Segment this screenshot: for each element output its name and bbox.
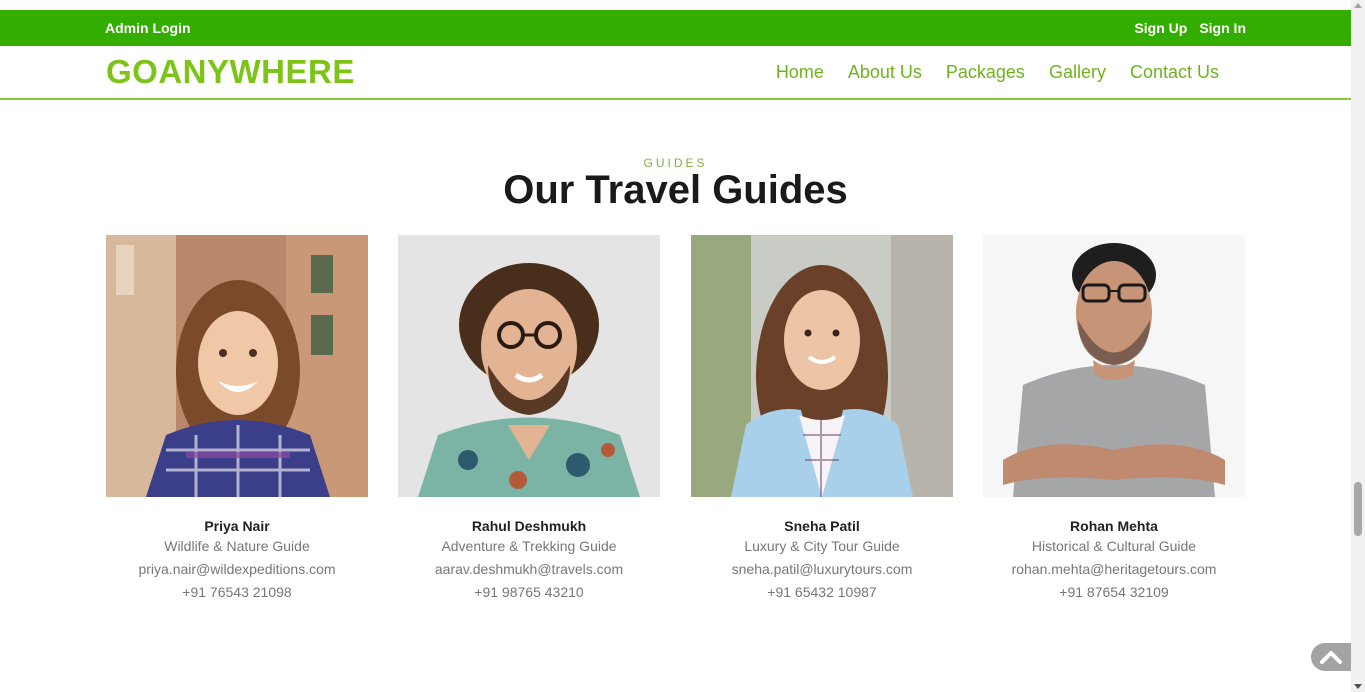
scroll-up-icon[interactable]	[1354, 3, 1362, 8]
guide-phone: +91 87654 32109	[1059, 584, 1169, 600]
guide-phone: +91 98765 43210	[474, 584, 584, 600]
guide-photo	[983, 235, 1245, 497]
nav-gallery[interactable]: Gallery	[1049, 62, 1106, 83]
guide-phone: +91 76543 21098	[182, 584, 292, 600]
guide-role: Adventure & Trekking Guide	[441, 538, 617, 554]
guide-card: Priya Nair Wildlife & Nature Guide priya…	[106, 235, 368, 600]
sign-up-link[interactable]: Sign Up	[1134, 20, 1187, 36]
nav-about-us[interactable]: About Us	[848, 62, 922, 83]
section-title: Our Travel Guides	[503, 168, 848, 212]
page: Admin Login Sign Up Sign In GOANYWHERE H…	[0, 0, 1365, 692]
guide-name: Sneha Patil	[784, 518, 860, 534]
guide-card: Rahul Deshmukh Adventure & Trekking Guid…	[398, 235, 660, 600]
top-bar: Admin Login Sign Up Sign In	[0, 10, 1351, 46]
main-nav: Home About Us Packages Gallery Contact U…	[776, 62, 1219, 83]
guide-role: Wildlife & Nature Guide	[164, 538, 310, 554]
chevron-up-icon	[1320, 651, 1342, 664]
admin-login-link[interactable]: Admin Login	[105, 20, 191, 36]
navbar: GOANYWHERE Home About Us Packages Galler…	[0, 46, 1351, 100]
guide-role: Luxury & City Tour Guide	[744, 538, 900, 554]
guide-photo	[691, 235, 953, 497]
guide-name: Rahul Deshmukh	[471, 518, 587, 534]
sign-in-link[interactable]: Sign In	[1199, 20, 1246, 36]
guide-role: Historical & Cultural Guide	[1031, 538, 1197, 554]
site-logo[interactable]: GOANYWHERE	[106, 53, 355, 91]
guide-cards: Priya Nair Wildlife & Nature Guide priya…	[106, 235, 1246, 615]
page-scrollbar[interactable]	[1351, 0, 1365, 692]
guide-card: Rohan Mehta Historical & Cultural Guide …	[983, 235, 1245, 600]
nav-contact-us[interactable]: Contact Us	[1130, 62, 1219, 83]
guide-name: Priya Nair	[204, 518, 270, 534]
scroll-down-icon[interactable]	[1354, 684, 1362, 689]
back-to-top-button[interactable]	[1311, 643, 1351, 671]
guide-photo	[398, 235, 660, 497]
guide-card: Sneha Patil Luxury & City Tour Guide sne…	[691, 235, 953, 600]
guide-email: rohan.mehta@heritagetours.com	[1011, 561, 1217, 577]
guide-email: aarav.deshmukh@travels.com	[434, 561, 624, 577]
auth-links: Sign Up Sign In	[1134, 20, 1246, 36]
guide-email: sneha.patil@luxurytours.com	[731, 561, 913, 577]
guide-phone: +91 65432 10987	[767, 584, 877, 600]
nav-home[interactable]: Home	[776, 62, 824, 83]
nav-packages[interactable]: Packages	[946, 62, 1025, 83]
guide-name: Rohan Mehta	[1070, 518, 1158, 534]
scrollbar-thumb[interactable]	[1354, 482, 1362, 536]
guide-photo	[106, 235, 368, 497]
guide-email: priya.nair@wildexpeditions.com	[138, 561, 336, 577]
